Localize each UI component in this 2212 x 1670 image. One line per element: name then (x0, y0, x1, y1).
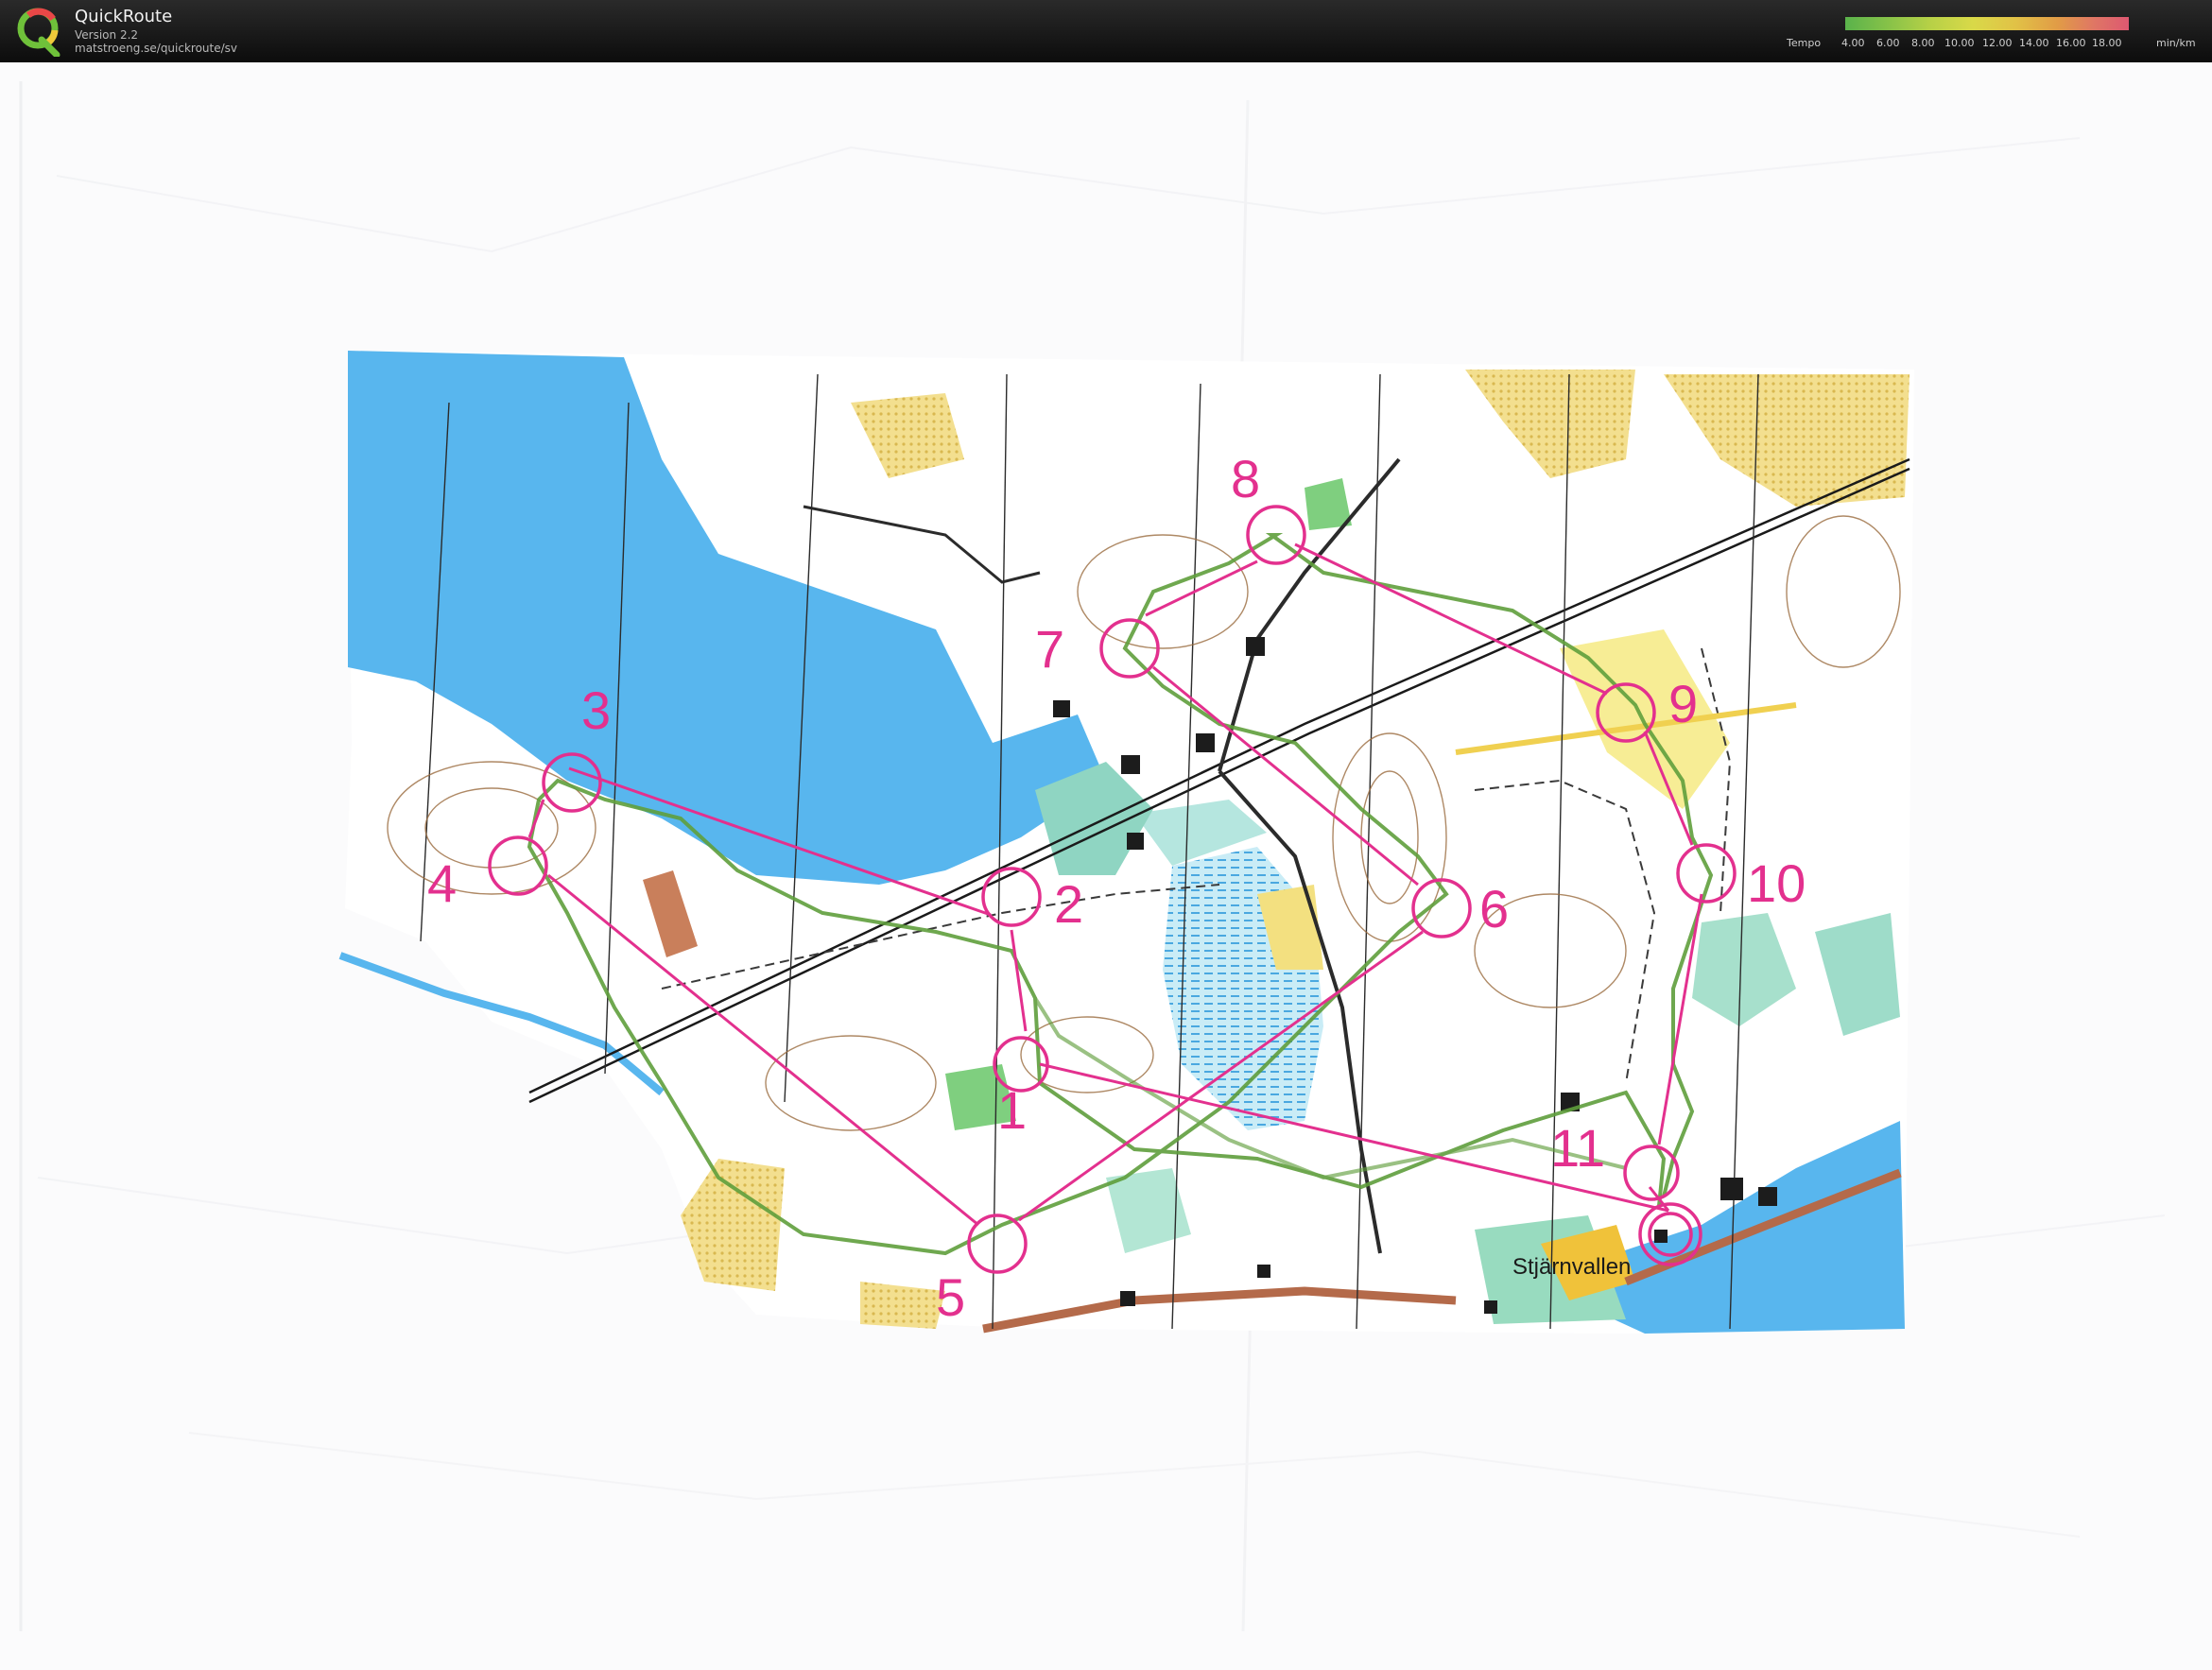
control-label-8: 8 (1231, 449, 1260, 508)
control-label-2: 2 (1054, 874, 1083, 934)
tempo-tick: 18.00 (2092, 37, 2122, 49)
tempo-tick: 4.00 (1841, 37, 1865, 49)
place-label-stjarnvallen: Stjärnvallen (1512, 1254, 1631, 1280)
app-url[interactable]: matstroeng.se/quickroute/sv (75, 42, 237, 55)
tempo-label: Tempo (1787, 37, 1822, 49)
control-label-4: 4 (427, 853, 457, 913)
app-title: QuickRoute (75, 7, 173, 26)
control-label-3: 3 (581, 680, 611, 740)
tempo-tick: 6.00 (1876, 37, 1900, 49)
map-terrain: Stjärnvallen (338, 351, 1914, 1334)
control-label-6: 6 (1479, 879, 1509, 938)
control-label-5: 5 (936, 1267, 965, 1327)
quickroute-logo-icon (17, 8, 60, 57)
control-label-10: 10 (1747, 853, 1806, 913)
tempo-tick: 12.00 (1982, 37, 2013, 49)
control-label-1: 1 (997, 1080, 1027, 1140)
tempo-unit: min/km (2156, 37, 2196, 49)
app-version: Version 2.2 (75, 28, 139, 42)
app-header: QuickRoute Version 2.2 matstroeng.se/qui… (0, 0, 2212, 62)
control-label-11: 11 (1550, 1118, 1605, 1178)
tempo-color-scale (1845, 17, 2129, 30)
scanned-map-paper[interactable]: Stjärnvallen 1 2 3 4 5 6 7 8 9 10 11 (0, 62, 2212, 1670)
tempo-tick: 10.00 (1944, 37, 1975, 49)
tempo-tick: 16.00 (2056, 37, 2086, 49)
orienteering-map[interactable]: Stjärnvallen 1 2 3 4 5 6 7 8 9 10 11 (0, 62, 2212, 1670)
control-label-7: 7 (1035, 619, 1064, 679)
tempo-legend: Tempo 4.00 6.00 8.00 10.00 12.00 14.00 1… (1787, 13, 2203, 57)
tempo-tick: 14.00 (2019, 37, 2049, 49)
control-label-9: 9 (1668, 674, 1698, 733)
tempo-tick: 8.00 (1911, 37, 1935, 49)
